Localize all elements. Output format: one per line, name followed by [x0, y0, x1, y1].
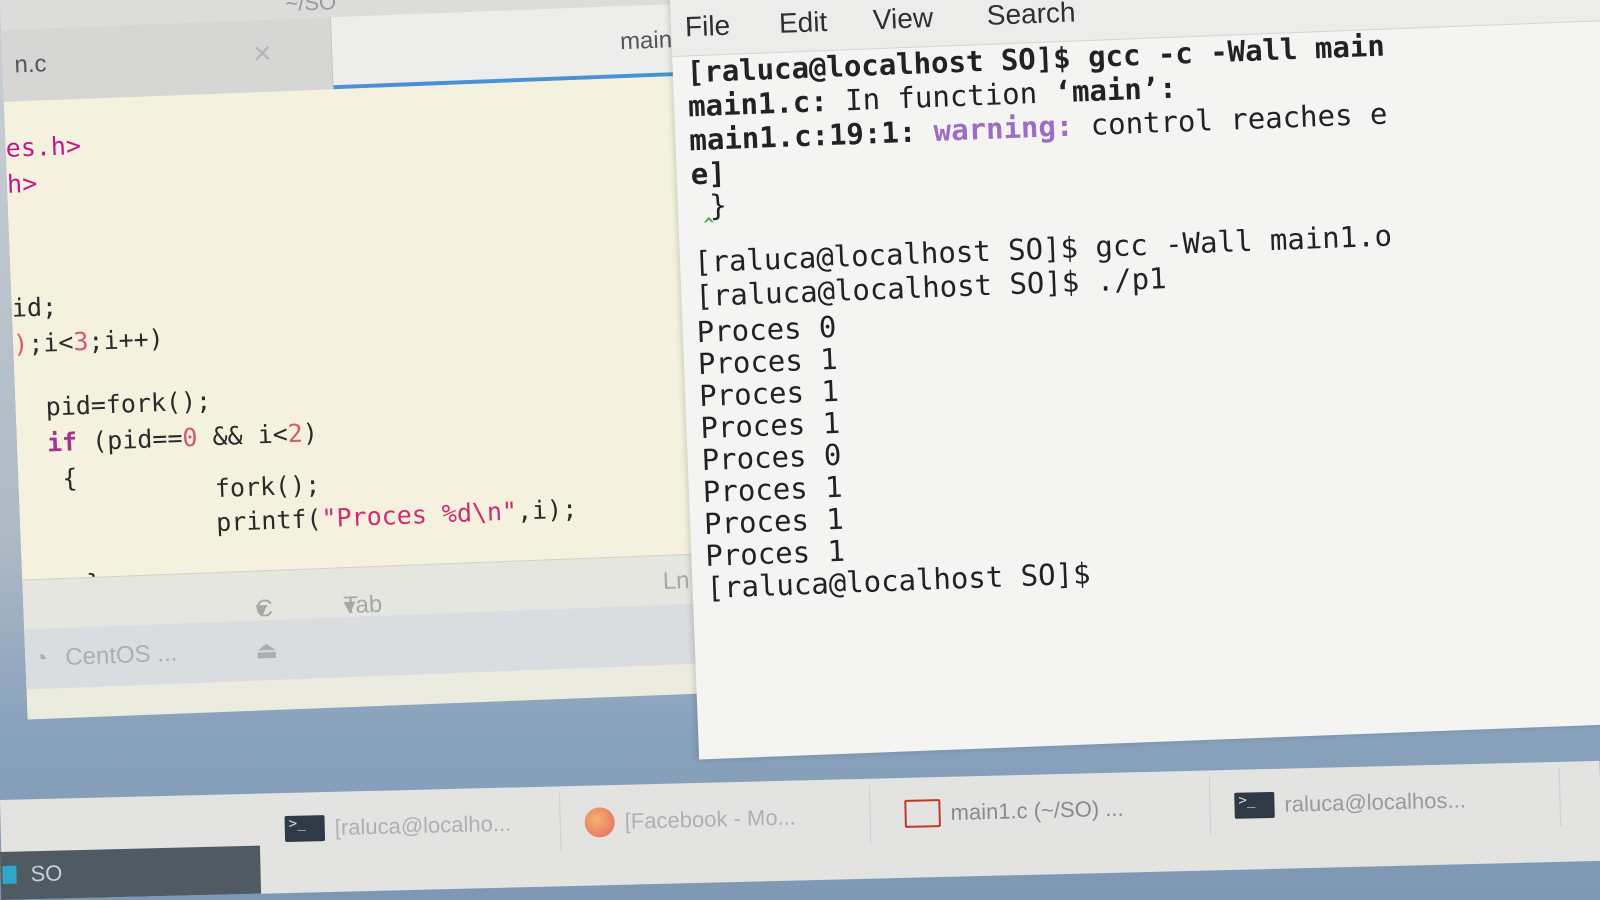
code-token: (pid== [76, 423, 183, 457]
editor-title-path: ~/SO [284, 0, 337, 17]
terminal-icon [284, 815, 326, 843]
terminal-token: warning: [915, 108, 1074, 149]
code-token: ;i++) [87, 323, 165, 356]
code-token: ) [12, 329, 29, 359]
code-token: && i< [196, 419, 289, 452]
code-token: ) [302, 418, 319, 448]
code-line: if (pid==0 && i<2) [46, 418, 318, 457]
taskbar-item-label: main1.c (~/SO) ... [950, 795, 1124, 825]
menu-file[interactable]: File [684, 10, 730, 44]
code-token: "Proces %d\n" [320, 496, 518, 534]
terminal-token: main1.c: [687, 84, 829, 124]
terminal-token: ‘main’: [1053, 70, 1178, 110]
taskbar-item-terminal-1[interactable]: [raluca@localho... [270, 792, 562, 858]
centos-label: CentOS ... [64, 639, 178, 671]
code-line: fork(); [214, 470, 321, 504]
taskbar-item-firefox[interactable]: [Facebook - Mo... [569, 784, 872, 851]
code-token: if [46, 427, 78, 458]
editor-tab-file[interactable]: n.c ✕ [1, 17, 334, 102]
code-token: 0 [181, 422, 199, 453]
code-token: 2 [287, 418, 304, 449]
code-token: 3 [72, 326, 90, 357]
terminal-token: main1.c:19:1: [688, 114, 917, 158]
text-editor-icon [904, 799, 941, 829]
editor-tab-active[interactable]: main [330, 4, 674, 90]
desktop-screen: ~/SO n.c ✕ main es.h> h> id; );i<3;i++) … [0, 0, 1600, 900]
workspace-label: SO [30, 860, 63, 887]
editor-window: ~/SO n.c ✕ main es.h> h> id; );i<3;i++) … [0, 0, 788, 720]
editor-tab-label: main [619, 26, 673, 56]
terminal-output[interactable]: [raluca@localhost SO]$ gcc -c -Wall main… [672, 19, 1600, 759]
terminal-line: e] [690, 156, 727, 192]
terminal-window: File Edit View Search [raluca@localhost … [670, 0, 1600, 760]
code-token: ,i); [516, 494, 578, 526]
code-line: pid=fork(); [45, 386, 212, 422]
code-token: ;i< [27, 327, 74, 359]
code-line: { [61, 463, 79, 493]
taskbar-item-terminal-2[interactable]: raluca@localhos... [1219, 767, 1562, 835]
taskbar-item-label: [raluca@localho... [334, 810, 512, 841]
code-token: printf( [215, 504, 323, 538]
code-line: h> [6, 168, 38, 199]
close-icon[interactable]: ✕ [252, 40, 273, 70]
terminal-line: ^ [692, 214, 715, 237]
workspace-indicator [2, 865, 17, 884]
code-view[interactable]: es.h> h> id; );i<3;i++) pid=fork(); if (… [3, 72, 782, 598]
eject-icon[interactable]: ⏏ [255, 636, 279, 666]
code-line: );i<3;i++) [13, 324, 165, 359]
code-line: id; [11, 292, 58, 323]
centos-icon: ◔ [32, 644, 49, 673]
menu-search[interactable]: Search [986, 0, 1076, 32]
menu-view[interactable]: View [872, 2, 933, 36]
editor-tab-label: n.c [13, 50, 48, 79]
taskbar-item-label: [Facebook - Mo... [624, 804, 797, 834]
code-line: es.h> [5, 131, 82, 163]
menu-edit[interactable]: Edit [778, 6, 827, 40]
workspace-switcher[interactable]: SO [0, 845, 262, 900]
firefox-icon [584, 806, 616, 838]
taskbar-item-label: raluca@localhos... [1284, 787, 1467, 817]
taskbar-item-editor[interactable]: main1.c (~/SO) ... [889, 776, 1212, 843]
terminal-icon [1234, 792, 1275, 820]
